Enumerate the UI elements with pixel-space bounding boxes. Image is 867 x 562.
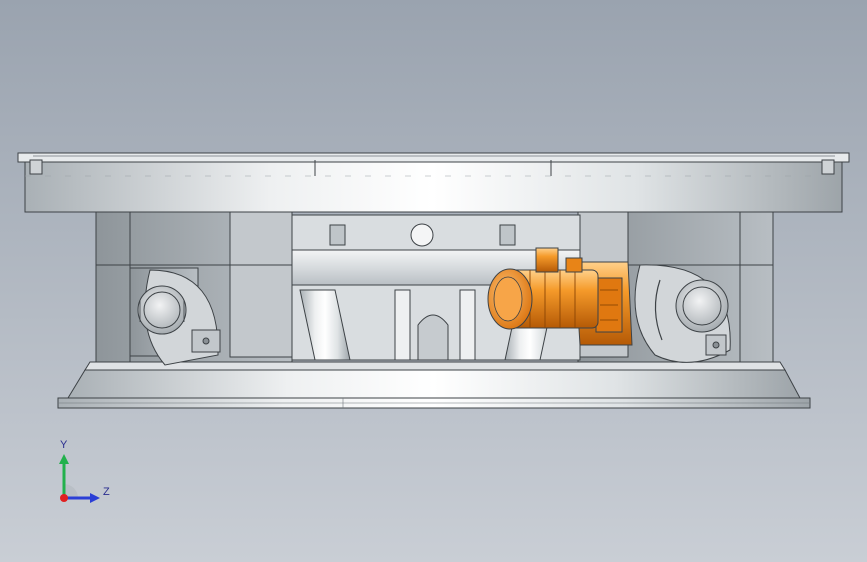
z-axis-label: Z bbox=[103, 486, 110, 498]
cad-viewport[interactable]: Y Z bbox=[0, 0, 867, 562]
z-axis-arrowhead bbox=[90, 493, 100, 503]
top-frame-plate[interactable] bbox=[17, 152, 850, 213]
x-axis-dot bbox=[60, 494, 68, 502]
y-axis-arrowhead bbox=[59, 454, 69, 464]
base-rail-ring[interactable] bbox=[57, 361, 811, 409]
turntable-assembly-model[interactable] bbox=[0, 0, 867, 562]
y-axis-label: Y bbox=[60, 439, 68, 451]
orientation-triad: Y Z bbox=[50, 439, 120, 510]
